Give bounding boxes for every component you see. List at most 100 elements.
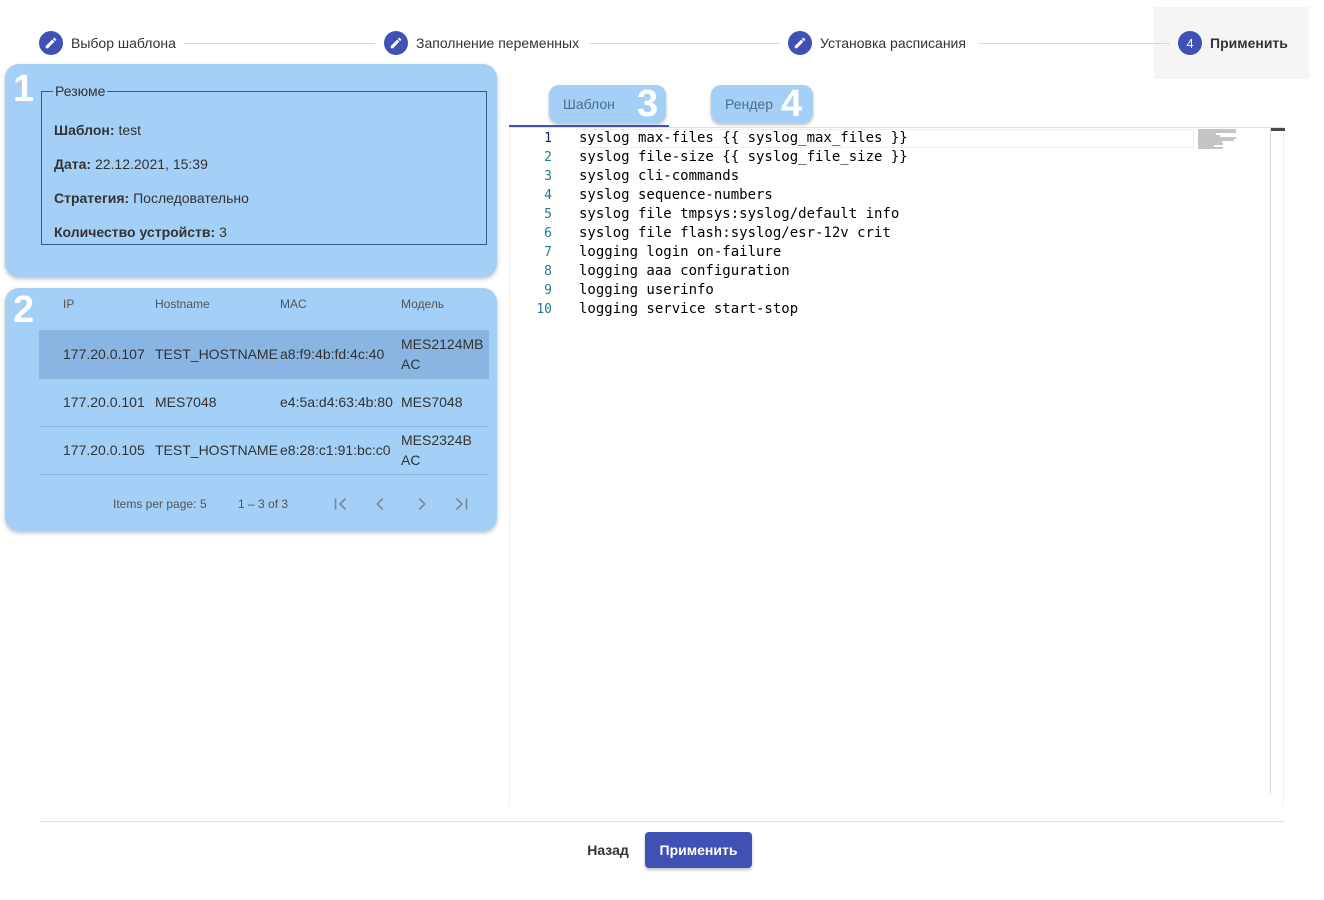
step-label: Установка расписания (820, 35, 966, 51)
devices-card: 2 IP Hostname MAC Модель 177.20.0.107 TE… (5, 288, 497, 531)
column-header-model[interactable]: Модель (401, 288, 489, 330)
line-code: syslog file-size {{ syslog_file_size }} (579, 149, 908, 165)
step-label: Применить (1210, 35, 1288, 51)
editor-line: 5 syslog file tmpsys:syslog/default info (510, 205, 1210, 224)
back-button[interactable]: Назад (578, 832, 638, 868)
step-fill-variables[interactable]: Заполнение переменных (384, 28, 579, 58)
line-code: syslog max-files {{ syslog_max_files }} (579, 130, 908, 146)
devices-table: IP Hostname MAC Модель 177.20.0.107 TEST… (39, 288, 489, 475)
annotation-number: 4 (781, 83, 803, 125)
pencil-icon (788, 31, 812, 55)
table-header-row: IP Hostname MAC Модель (39, 288, 489, 330)
tab-label: Рендер (725, 96, 773, 112)
pencil-icon (39, 31, 63, 55)
line-number: 4 (544, 188, 552, 203)
resume-legend: Резюме (55, 83, 106, 99)
line-code: logging login on-failure (579, 244, 782, 260)
editor-line: 9 logging userinfo (510, 281, 1210, 300)
resume-devices-value: 3 (219, 224, 227, 240)
editor-scrollbar-thumb[interactable] (1271, 128, 1285, 131)
step-connector (589, 43, 780, 44)
table-row[interactable]: 177.20.0.107 TEST_HOSTNAME a8:f9:4b:fd:4… (39, 329, 489, 378)
editor-line: 7 logging login on-failure (510, 243, 1210, 262)
line-number: 10 (536, 302, 552, 317)
editor-line: 2 syslog file-size {{ syslog_file_size }… (510, 148, 1210, 167)
line-number: 1 (544, 131, 552, 146)
step-connector (184, 43, 375, 44)
pencil-icon (384, 31, 408, 55)
resume-strategy-label: Стратегия: (54, 190, 130, 206)
cell-hostname: TEST_HOSTNAME (155, 425, 280, 474)
line-code: syslog cli-commands (579, 168, 740, 184)
cell-hostname: TEST_HOSTNAME (155, 329, 280, 378)
line-number: 7 (544, 245, 552, 260)
table-bottom-border (39, 473, 489, 475)
page-range-label: 1 – 3 of 3 (238, 497, 289, 511)
editor-line: 1 syslog max-files {{ syslog_max_files }… (510, 129, 1210, 148)
cell-model-line: AC (401, 452, 421, 468)
line-number: 2 (544, 150, 552, 165)
cell-model-line: MES2124MB (401, 336, 484, 352)
cell-model: MES2124MB AC (401, 329, 489, 378)
annotation-number: 2 (13, 289, 35, 331)
next-page-icon[interactable] (409, 492, 433, 516)
items-per-page-label: Items per page: (113, 497, 197, 511)
editor-minimap[interactable] (1198, 129, 1240, 151)
cell-mac: a8:f9:4b:fd:4c:40 (280, 329, 401, 378)
tab-label: Шаблон (563, 96, 615, 112)
items-per-page-select[interactable]: 5 (200, 497, 207, 511)
tab-template[interactable]: Шаблон 3 (549, 85, 666, 123)
first-page-icon[interactable] (329, 492, 353, 516)
cell-hostname: MES7048 (155, 377, 280, 426)
column-header-ip[interactable]: IP (39, 288, 155, 330)
tab-render[interactable]: Рендер 4 (711, 85, 813, 123)
column-header-mac[interactable]: MAC (280, 288, 401, 330)
cell-model-line: MES2324B (401, 432, 472, 448)
cell-mac: e8:28:c1:91:bc:c0 (280, 425, 401, 474)
resume-devices-count: Количество устройств: 3 (54, 224, 227, 240)
editor-line: 3 syslog cli-commands (510, 167, 1210, 186)
line-code: syslog sequence-numbers (579, 187, 773, 203)
line-number: 5 (544, 207, 552, 222)
code-editor[interactable]: 1 syslog max-files {{ syslog_max_files }… (509, 128, 1285, 806)
cell-model: MES2324B AC (401, 425, 489, 474)
editor-line: 8 logging aaa configuration (510, 262, 1210, 281)
step-label: Заполнение переменных (416, 35, 580, 51)
editor-line: 4 syslog sequence-numbers (510, 186, 1210, 205)
resume-template: Шаблон: test (54, 122, 141, 138)
resume-card: 1 Резюме Шаблон: test Дата: 22.12.2021, … (5, 64, 497, 277)
line-number: 3 (544, 169, 552, 184)
editor-line: 10 logging service start-stop (510, 300, 1210, 319)
resume-date-label: Дата: (54, 156, 92, 172)
step-schedule[interactable]: Установка расписания (788, 28, 966, 58)
resume-strategy: Стратегия: Последовательно (54, 190, 249, 206)
step-label: Выбор шаблона (71, 35, 176, 51)
line-number: 6 (544, 226, 552, 241)
cell-ip: 177.20.0.107 (39, 329, 155, 378)
editor-scrollbar[interactable] (1270, 128, 1271, 793)
previous-page-icon[interactable] (369, 492, 393, 516)
cell-mac: e4:5a:d4:63:4b:80 (280, 377, 401, 426)
line-code: logging aaa configuration (579, 263, 790, 279)
cell-ip: 177.20.0.101 (39, 377, 155, 426)
annotation-number: 3 (637, 83, 659, 125)
step-connector (979, 43, 1170, 44)
step-apply[interactable]: 4 Применить (1178, 28, 1288, 58)
column-header-hostname[interactable]: Hostname (155, 288, 280, 330)
resume-date-value: 22.12.2021, 15:39 (94, 156, 208, 172)
line-code: syslog file flash:syslog/esr-12v crit (579, 225, 891, 241)
table-row[interactable]: 177.20.0.105 TEST_HOSTNAME e8:28:c1:91:b… (39, 425, 489, 474)
line-number: 8 (544, 264, 552, 279)
footer-divider (39, 821, 1285, 822)
editor-line: 6 syslog file flash:syslog/esr-12v crit (510, 224, 1210, 243)
step-template-select[interactable]: Выбор шаблона (39, 28, 176, 58)
line-code: syslog file tmpsys:syslog/default info (579, 206, 900, 222)
cell-model-line: AC (401, 356, 421, 372)
resume-strategy-value: Последовательно (133, 190, 249, 206)
annotation-number: 1 (13, 68, 35, 110)
resume-template-label: Шаблон: (54, 122, 115, 138)
cell-model: MES7048 (401, 377, 489, 426)
last-page-icon[interactable] (449, 492, 473, 516)
table-row[interactable]: 177.20.0.101 MES7048 e4:5a:d4:63:4b:80 M… (39, 377, 489, 426)
apply-button[interactable]: Применить (645, 832, 752, 868)
